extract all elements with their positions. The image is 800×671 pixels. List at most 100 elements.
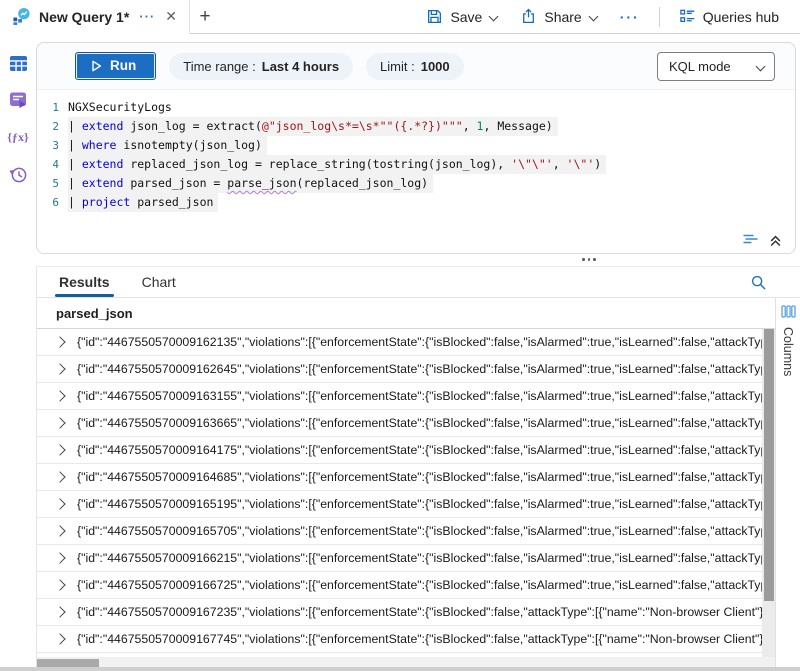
code-line[interactable]: 2| extend json_log = extract(@"json_log\… bbox=[37, 117, 795, 136]
expand-row-chevron-icon[interactable] bbox=[54, 363, 65, 374]
results-panel: Results Chart parsed_json {"id":"4467550… bbox=[36, 266, 800, 671]
code-line[interactable]: 5| extend parsed_json = parse_json(repla… bbox=[37, 174, 795, 193]
row-json-value: {"id":"4467550570009165705","violations"… bbox=[77, 524, 775, 538]
tab-results[interactable]: Results bbox=[57, 267, 112, 297]
expand-row-chevron-icon[interactable] bbox=[54, 390, 65, 401]
limit-picker[interactable]: Limit : 1000 bbox=[366, 53, 464, 80]
play-icon bbox=[91, 60, 102, 72]
new-tab-button[interactable]: + bbox=[190, 0, 220, 33]
line-number: 2 bbox=[37, 117, 68, 136]
table-row[interactable]: {"id":"4467550570009165705","violations"… bbox=[37, 518, 775, 545]
collapse-editor-icon[interactable] bbox=[769, 234, 782, 247]
table-row[interactable]: {"id":"4467550570009167235","violations"… bbox=[37, 599, 775, 626]
expand-row-chevron-icon[interactable] bbox=[54, 417, 65, 428]
grid-rows: {"id":"4467550570009162135","violations"… bbox=[37, 329, 775, 657]
row-json-value: {"id":"4467550570009164175","violations"… bbox=[77, 443, 775, 457]
query-summary-icon[interactable] bbox=[742, 233, 759, 247]
table-row[interactable]: {"id":"4467550570009163155","violations"… bbox=[37, 383, 775, 410]
kql-mode-value: KQL mode bbox=[669, 59, 731, 74]
code-line[interactable]: 3| where isnotempty(json_log) bbox=[37, 136, 795, 155]
search-results-icon[interactable] bbox=[750, 274, 767, 291]
save-label: Save bbox=[450, 9, 482, 25]
expand-row-chevron-icon[interactable] bbox=[54, 606, 65, 617]
expand-row-chevron-icon[interactable] bbox=[54, 498, 65, 509]
queries-hub-icon bbox=[679, 8, 696, 25]
table-row[interactable]: {"id":"4467550570009163665","violations"… bbox=[37, 410, 775, 437]
row-json-value: {"id":"4467550570009165195","violations"… bbox=[77, 497, 775, 511]
code-lines[interactable]: 1NGXSecurityLogs2| extend json_log = ext… bbox=[37, 90, 795, 212]
tab-title: New Query 1* bbox=[39, 9, 129, 25]
code-line[interactable]: 4| extend replaced_json_log = replace_st… bbox=[37, 155, 795, 174]
save-button[interactable]: Save bbox=[415, 0, 509, 33]
left-rail: {ƒx} bbox=[0, 34, 36, 671]
more-actions-button[interactable]: ··· bbox=[609, 0, 651, 33]
expand-row-chevron-icon[interactable] bbox=[54, 633, 65, 644]
expand-row-chevron-icon[interactable] bbox=[54, 525, 65, 536]
expand-row-chevron-icon[interactable] bbox=[54, 444, 65, 455]
tab-more-icon[interactable]: ··· bbox=[139, 9, 155, 24]
table-row[interactable]: {"id":"4467550570009164175","violations"… bbox=[37, 437, 775, 464]
limit-label: Limit : bbox=[380, 59, 415, 74]
line-number: 4 bbox=[37, 155, 68, 174]
table-row[interactable]: {"id":"4467550570009166725","violations"… bbox=[37, 572, 775, 599]
expand-row-chevron-icon[interactable] bbox=[54, 336, 65, 347]
share-chevron-down-icon bbox=[589, 12, 598, 21]
code-line[interactable]: 1NGXSecurityLogs bbox=[37, 98, 795, 117]
line-number: 1 bbox=[37, 98, 68, 117]
vertical-scrollbar-thumb[interactable] bbox=[764, 329, 774, 601]
row-json-value: {"id":"4467550570009166725","violations"… bbox=[77, 578, 775, 592]
query-toolbar: Run Time range : Last 4 hours Limit : 10… bbox=[37, 43, 795, 90]
columns-side-panel: Columns bbox=[775, 298, 800, 671]
share-label: Share bbox=[544, 9, 581, 25]
code-line[interactable]: 6| project parsed_json bbox=[37, 193, 795, 212]
adx-query-icon bbox=[12, 7, 31, 26]
table-row[interactable]: {"id":"4467550570009166215","violations"… bbox=[37, 545, 775, 572]
splitter-drag-handle[interactable] bbox=[579, 255, 599, 264]
table-row[interactable]: {"id":"4467550570009162645","violations"… bbox=[37, 356, 775, 383]
row-json-value: {"id":"4467550570009162135","violations"… bbox=[77, 335, 775, 349]
columns-icon[interactable] bbox=[781, 305, 796, 318]
expand-row-chevron-icon[interactable] bbox=[54, 552, 65, 563]
line-number: 3 bbox=[37, 136, 68, 155]
row-json-value: {"id":"4467550570009163155","violations"… bbox=[77, 389, 775, 403]
row-json-value: {"id":"4467550570009166215","violations"… bbox=[77, 551, 775, 565]
vertical-scrollbar[interactable] bbox=[762, 329, 775, 657]
run-button[interactable]: Run bbox=[75, 52, 156, 80]
row-json-value: {"id":"4467550570009162645","violations"… bbox=[77, 362, 775, 376]
history-icon[interactable] bbox=[6, 162, 30, 186]
table-row[interactable]: {"id":"4467550570009165195","violations"… bbox=[37, 491, 775, 518]
table-row[interactable]: {"id":"4467550570009164685","violations"… bbox=[37, 464, 775, 491]
tab-chart[interactable]: Chart bbox=[140, 267, 178, 297]
document-tab-bar: New Query 1* ··· ✕ + Save Share ··· bbox=[0, 0, 800, 34]
window-bottom-edge bbox=[0, 667, 800, 671]
column-header-parsed-json[interactable]: parsed_json bbox=[37, 298, 775, 329]
row-json-value: {"id":"4467550570009167745","violations"… bbox=[77, 632, 775, 646]
table-row[interactable]: {"id":"4467550570009162135","violations"… bbox=[37, 329, 775, 356]
expand-row-chevron-icon[interactable] bbox=[54, 471, 65, 482]
table-row[interactable]: {"id":"4467550570009167745","violations"… bbox=[37, 626, 775, 653]
kql-mode-chevron-down-icon bbox=[756, 62, 765, 71]
save-chevron-down-icon bbox=[489, 12, 498, 21]
tab-close-icon[interactable]: ✕ bbox=[163, 8, 179, 25]
row-json-value: {"id":"4467550570009167235","violations"… bbox=[77, 605, 775, 619]
query-editor-panel: Run Time range : Last 4 hours Limit : 10… bbox=[36, 42, 796, 254]
time-range-value: Last 4 hours bbox=[262, 59, 339, 74]
expand-row-chevron-icon[interactable] bbox=[54, 579, 65, 590]
time-range-picker[interactable]: Time range : Last 4 hours bbox=[169, 53, 353, 80]
saved-queries-icon[interactable] bbox=[6, 88, 30, 112]
line-number: 6 bbox=[37, 193, 68, 212]
tab-bar-actions: Save Share ··· Queries hub bbox=[415, 0, 800, 33]
queries-hub-button[interactable]: Queries hub bbox=[668, 0, 790, 33]
share-button[interactable]: Share bbox=[509, 0, 608, 33]
functions-icon[interactable]: {ƒx} bbox=[6, 125, 30, 149]
query-tab[interactable]: New Query 1* ··· ✕ bbox=[0, 0, 190, 34]
results-tab-bar: Results Chart bbox=[37, 267, 800, 298]
tables-icon[interactable] bbox=[6, 51, 30, 75]
row-json-value: {"id":"4467550570009164685","violations"… bbox=[77, 470, 775, 484]
kql-mode-select[interactable]: KQL mode bbox=[657, 52, 775, 81]
queries-hub-label: Queries hub bbox=[703, 9, 779, 25]
row-json-value: {"id":"4467550570009163665","violations"… bbox=[77, 416, 775, 430]
results-grid: parsed_json {"id":"4467550570009162135",… bbox=[37, 298, 775, 671]
save-icon bbox=[426, 8, 443, 25]
columns-panel-label[interactable]: Columns bbox=[781, 327, 795, 376]
